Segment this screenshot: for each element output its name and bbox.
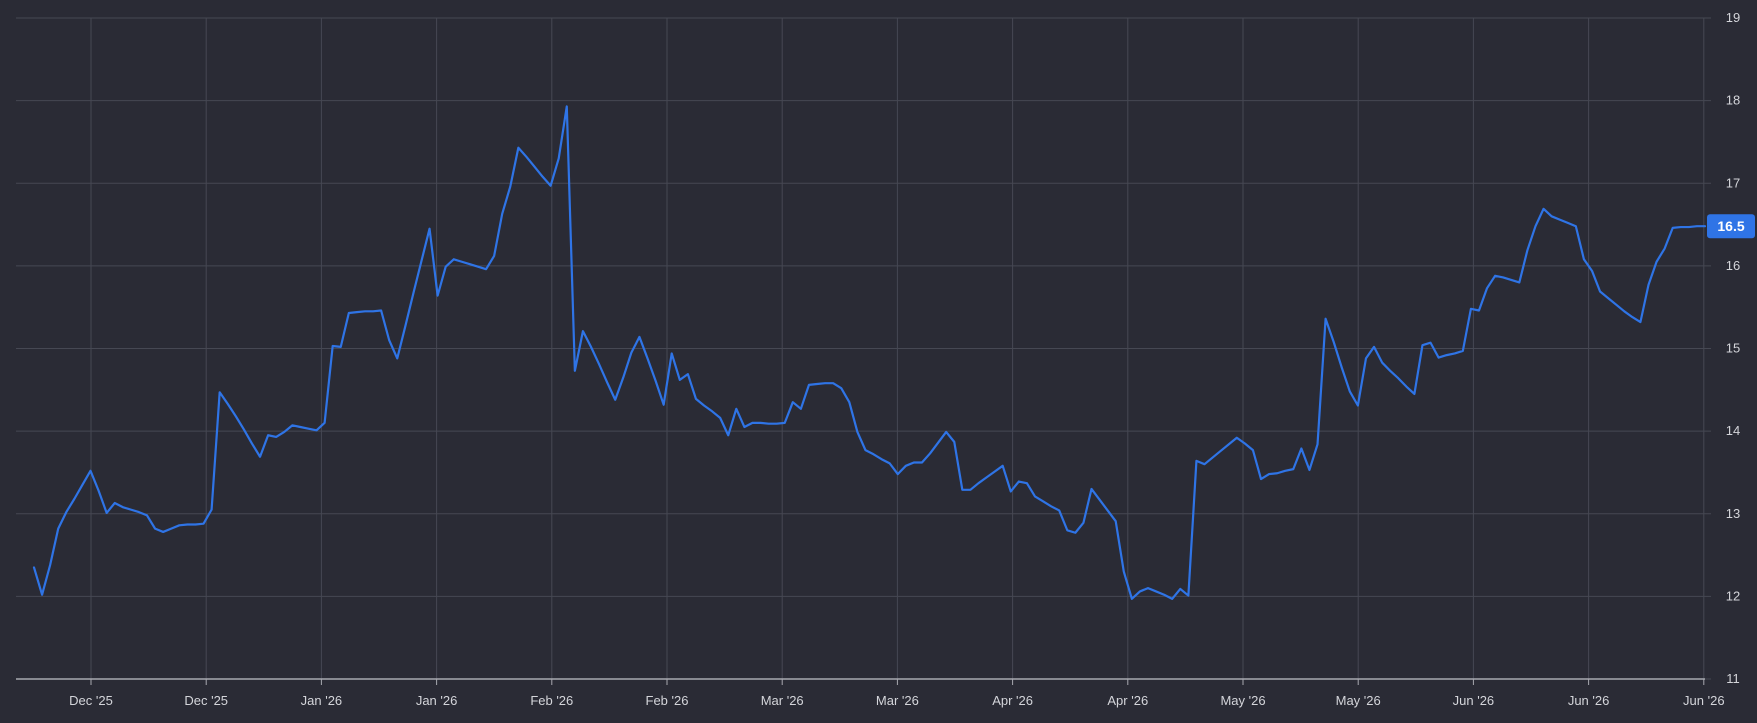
y-tick-label: 14 — [1726, 423, 1740, 438]
x-tick-label: Apr '26 — [992, 693, 1033, 708]
y-tick-label: 13 — [1726, 506, 1740, 521]
x-tick-label: Jun '26 — [1453, 693, 1495, 708]
price-chart: Dec '25 Dec '25 Jan '26 Jan '26 Feb '26 Feb '… — [0, 0, 1757, 718]
x-tick-label: Feb '26 — [530, 693, 573, 708]
x-tick-label: Jan '26 — [416, 693, 458, 708]
x-tick-label: Feb '26 — [646, 693, 689, 708]
x-tick-label: Dec '25 — [69, 693, 113, 708]
x-tick-label: May '26 — [1336, 693, 1381, 708]
line-chart-svg: Dec '25 Dec '25 Jan '26 Jan '26 Feb '26 Feb '… — [0, 0, 1757, 718]
x-tick-label: Mar '26 — [761, 693, 804, 708]
y-tick-label: 15 — [1726, 341, 1740, 356]
y-tick-label: 11 — [1726, 671, 1740, 686]
x-tick-label: Jan '26 — [301, 693, 343, 708]
x-tick-label: Jun '26 — [1568, 693, 1610, 708]
last-value-badge-label: 16.5 — [1717, 218, 1744, 234]
x-tick-label: Dec '25 — [184, 693, 228, 708]
x-tick-label: Mar '26 — [876, 693, 919, 708]
chart-background — [0, 0, 1757, 718]
x-tick-label: Apr '26 — [1107, 693, 1148, 708]
last-value-badge: 16.5 — [1707, 214, 1755, 239]
y-tick-label: 16 — [1726, 258, 1740, 273]
y-tick-label: 19 — [1726, 10, 1740, 25]
x-tick-label: Jun '26 — [1683, 693, 1725, 708]
y-tick-label: 17 — [1726, 175, 1740, 190]
x-tick-label: May '26 — [1220, 693, 1265, 708]
y-tick-label: 18 — [1726, 93, 1740, 108]
y-tick-label: 12 — [1726, 588, 1740, 603]
